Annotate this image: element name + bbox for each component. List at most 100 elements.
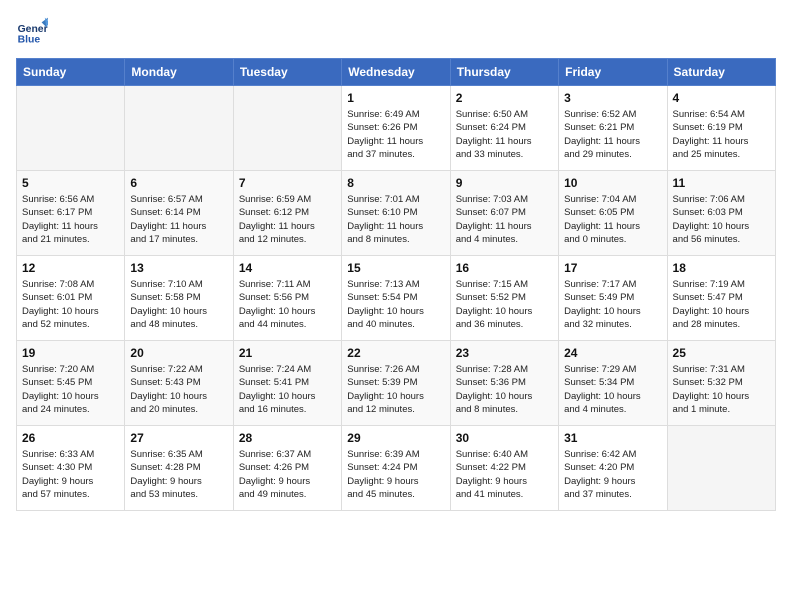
calendar-cell: 16 Sunrise: 7:15 AM Sunset: 5:52 PM Dayli… [450, 256, 558, 341]
day-info: Sunrise: 6:50 AM Sunset: 6:24 PM Dayligh… [456, 108, 553, 161]
day-number: 27 [130, 431, 227, 445]
calendar-cell [233, 86, 341, 171]
calendar-cell: 8 Sunrise: 7:01 AM Sunset: 6:10 PM Daylig… [342, 171, 450, 256]
column-header-sunday: Sunday [17, 59, 125, 86]
day-number: 5 [22, 176, 119, 190]
day-number: 23 [456, 346, 553, 360]
calendar-cell: 10Sunrise: 7:04 AM Sunset: 6:05 PM Dayli… [559, 171, 667, 256]
calendar-cell: 29 Sunrise: 6:39 AM Sunset: 4:24 PM Dayli… [342, 426, 450, 511]
calendar-cell: 2Sunrise: 6:50 AM Sunset: 6:24 PM Daylig… [450, 86, 558, 171]
calendar-cell: 19 Sunrise: 7:20 AM Sunset: 5:45 PM Dayli… [17, 341, 125, 426]
day-info: Sunrise: 7:03 AM Sunset: 6:07 PM Dayligh… [456, 193, 553, 246]
day-info: Sunrise: 6:42 AM Sunset: 4:20 PM Dayligh… [564, 448, 661, 501]
day-info: Sunrise: 6:52 AM Sunset: 6:21 PM Dayligh… [564, 108, 661, 161]
day-info: Sunrise: 6:39 AM Sunset: 4:24 PM Dayligh… [347, 448, 444, 501]
day-number: 11 [673, 176, 770, 190]
calendar-cell: 4 Sunrise: 6:54 AM Sunset: 6:19 PM Daylig… [667, 86, 775, 171]
day-info: Sunrise: 7:28 AM Sunset: 5:36 PM Dayligh… [456, 363, 553, 416]
calendar-cell: 14 Sunrise: 7:11 AM Sunset: 5:56 PM Dayli… [233, 256, 341, 341]
logo: General Blue [16, 16, 48, 48]
day-number: 26 [22, 431, 119, 445]
calendar-cell: 21Sunrise: 7:24 AM Sunset: 5:41 PM Dayli… [233, 341, 341, 426]
day-number: 9 [456, 176, 553, 190]
calendar-cell: 3Sunrise: 6:52 AM Sunset: 6:21 PM Daylig… [559, 86, 667, 171]
calendar-cell: 24 Sunrise: 7:29 AM Sunset: 5:34 PM Dayli… [559, 341, 667, 426]
day-number: 15 [347, 261, 444, 275]
day-number: 20 [130, 346, 227, 360]
day-number: 14 [239, 261, 336, 275]
day-info: Sunrise: 6:49 AM Sunset: 6:26 PM Dayligh… [347, 108, 444, 161]
day-number: 28 [239, 431, 336, 445]
svg-text:Blue: Blue [18, 34, 41, 45]
day-number: 30 [456, 431, 553, 445]
calendar-cell: 12Sunrise: 7:08 AM Sunset: 6:01 PM Dayli… [17, 256, 125, 341]
calendar-week-row: 12Sunrise: 7:08 AM Sunset: 6:01 PM Dayli… [17, 256, 776, 341]
calendar-cell [17, 86, 125, 171]
column-header-thursday: Thursday [450, 59, 558, 86]
day-number: 13 [130, 261, 227, 275]
calendar-cell: 25Sunrise: 7:31 AM Sunset: 5:32 PM Dayli… [667, 341, 775, 426]
day-number: 25 [673, 346, 770, 360]
day-info: Sunrise: 7:01 AM Sunset: 6:10 PM Dayligh… [347, 193, 444, 246]
day-info: Sunrise: 6:37 AM Sunset: 4:26 PM Dayligh… [239, 448, 336, 501]
calendar-cell [125, 86, 233, 171]
calendar-cell: 28 Sunrise: 6:37 AM Sunset: 4:26 PM Dayli… [233, 426, 341, 511]
day-info: Sunrise: 6:57 AM Sunset: 6:14 PM Dayligh… [130, 193, 227, 246]
calendar-table: SundayMondayTuesdayWednesdayThursdayFrid… [16, 58, 776, 511]
day-info: Sunrise: 7:19 AM Sunset: 5:47 PM Dayligh… [673, 278, 770, 331]
calendar-cell: 31 Sunrise: 6:42 AM Sunset: 4:20 PM Dayli… [559, 426, 667, 511]
day-info: Sunrise: 7:20 AM Sunset: 5:45 PM Dayligh… [22, 363, 119, 416]
day-info: Sunrise: 7:15 AM Sunset: 5:52 PM Dayligh… [456, 278, 553, 331]
calendar-cell: 1 Sunrise: 6:49 AM Sunset: 6:26 PM Daylig… [342, 86, 450, 171]
day-number: 1 [347, 91, 444, 105]
day-info: Sunrise: 6:35 AM Sunset: 4:28 PM Dayligh… [130, 448, 227, 501]
column-header-wednesday: Wednesday [342, 59, 450, 86]
day-number: 6 [130, 176, 227, 190]
day-number: 8 [347, 176, 444, 190]
day-info: Sunrise: 7:22 AM Sunset: 5:43 PM Dayligh… [130, 363, 227, 416]
day-info: Sunrise: 7:08 AM Sunset: 6:01 PM Dayligh… [22, 278, 119, 331]
day-info: Sunrise: 7:11 AM Sunset: 5:56 PM Dayligh… [239, 278, 336, 331]
calendar-cell: 23 Sunrise: 7:28 AM Sunset: 5:36 PM Dayli… [450, 341, 558, 426]
day-number: 19 [22, 346, 119, 360]
calendar-cell: 18 Sunrise: 7:19 AM Sunset: 5:47 PM Dayli… [667, 256, 775, 341]
column-header-monday: Monday [125, 59, 233, 86]
day-number: 31 [564, 431, 661, 445]
day-info: Sunrise: 6:33 AM Sunset: 4:30 PM Dayligh… [22, 448, 119, 501]
day-number: 29 [347, 431, 444, 445]
day-info: Sunrise: 6:56 AM Sunset: 6:17 PM Dayligh… [22, 193, 119, 246]
day-info: Sunrise: 6:54 AM Sunset: 6:19 PM Dayligh… [673, 108, 770, 161]
calendar-week-row: 1 Sunrise: 6:49 AM Sunset: 6:26 PM Daylig… [17, 86, 776, 171]
calendar-cell: 5 Sunrise: 6:56 AM Sunset: 6:17 PM Daylig… [17, 171, 125, 256]
calendar-cell: 15Sunrise: 7:13 AM Sunset: 5:54 PM Dayli… [342, 256, 450, 341]
day-info: Sunrise: 7:26 AM Sunset: 5:39 PM Dayligh… [347, 363, 444, 416]
calendar-cell: 13 Sunrise: 7:10 AM Sunset: 5:58 PM Dayli… [125, 256, 233, 341]
day-info: Sunrise: 7:29 AM Sunset: 5:34 PM Dayligh… [564, 363, 661, 416]
calendar-week-row: 26 Sunrise: 6:33 AM Sunset: 4:30 PM Dayli… [17, 426, 776, 511]
day-info: Sunrise: 7:10 AM Sunset: 5:58 PM Dayligh… [130, 278, 227, 331]
day-number: 18 [673, 261, 770, 275]
day-number: 16 [456, 261, 553, 275]
day-number: 22 [347, 346, 444, 360]
calendar-cell: 7 Sunrise: 6:59 AM Sunset: 6:12 PM Daylig… [233, 171, 341, 256]
day-number: 24 [564, 346, 661, 360]
day-number: 4 [673, 91, 770, 105]
calendar-week-row: 5 Sunrise: 6:56 AM Sunset: 6:17 PM Daylig… [17, 171, 776, 256]
day-info: Sunrise: 6:59 AM Sunset: 6:12 PM Dayligh… [239, 193, 336, 246]
calendar-cell: 17Sunrise: 7:17 AM Sunset: 5:49 PM Dayli… [559, 256, 667, 341]
column-header-saturday: Saturday [667, 59, 775, 86]
day-info: Sunrise: 7:06 AM Sunset: 6:03 PM Dayligh… [673, 193, 770, 246]
calendar-cell: 22 Sunrise: 7:26 AM Sunset: 5:39 PM Dayli… [342, 341, 450, 426]
column-header-tuesday: Tuesday [233, 59, 341, 86]
day-number: 17 [564, 261, 661, 275]
calendar-cell: 6 Sunrise: 6:57 AM Sunset: 6:14 PM Daylig… [125, 171, 233, 256]
calendar-cell: 30 Sunrise: 6:40 AM Sunset: 4:22 PM Dayli… [450, 426, 558, 511]
day-info: Sunrise: 6:40 AM Sunset: 4:22 PM Dayligh… [456, 448, 553, 501]
day-number: 21 [239, 346, 336, 360]
calendar-cell: 26 Sunrise: 6:33 AM Sunset: 4:30 PM Dayli… [17, 426, 125, 511]
day-number: 7 [239, 176, 336, 190]
calendar-cell: 11 Sunrise: 7:06 AM Sunset: 6:03 PM Dayli… [667, 171, 775, 256]
day-info: Sunrise: 7:04 AM Sunset: 6:05 PM Dayligh… [564, 193, 661, 246]
calendar-cell: 20 Sunrise: 7:22 AM Sunset: 5:43 PM Dayli… [125, 341, 233, 426]
column-header-friday: Friday [559, 59, 667, 86]
